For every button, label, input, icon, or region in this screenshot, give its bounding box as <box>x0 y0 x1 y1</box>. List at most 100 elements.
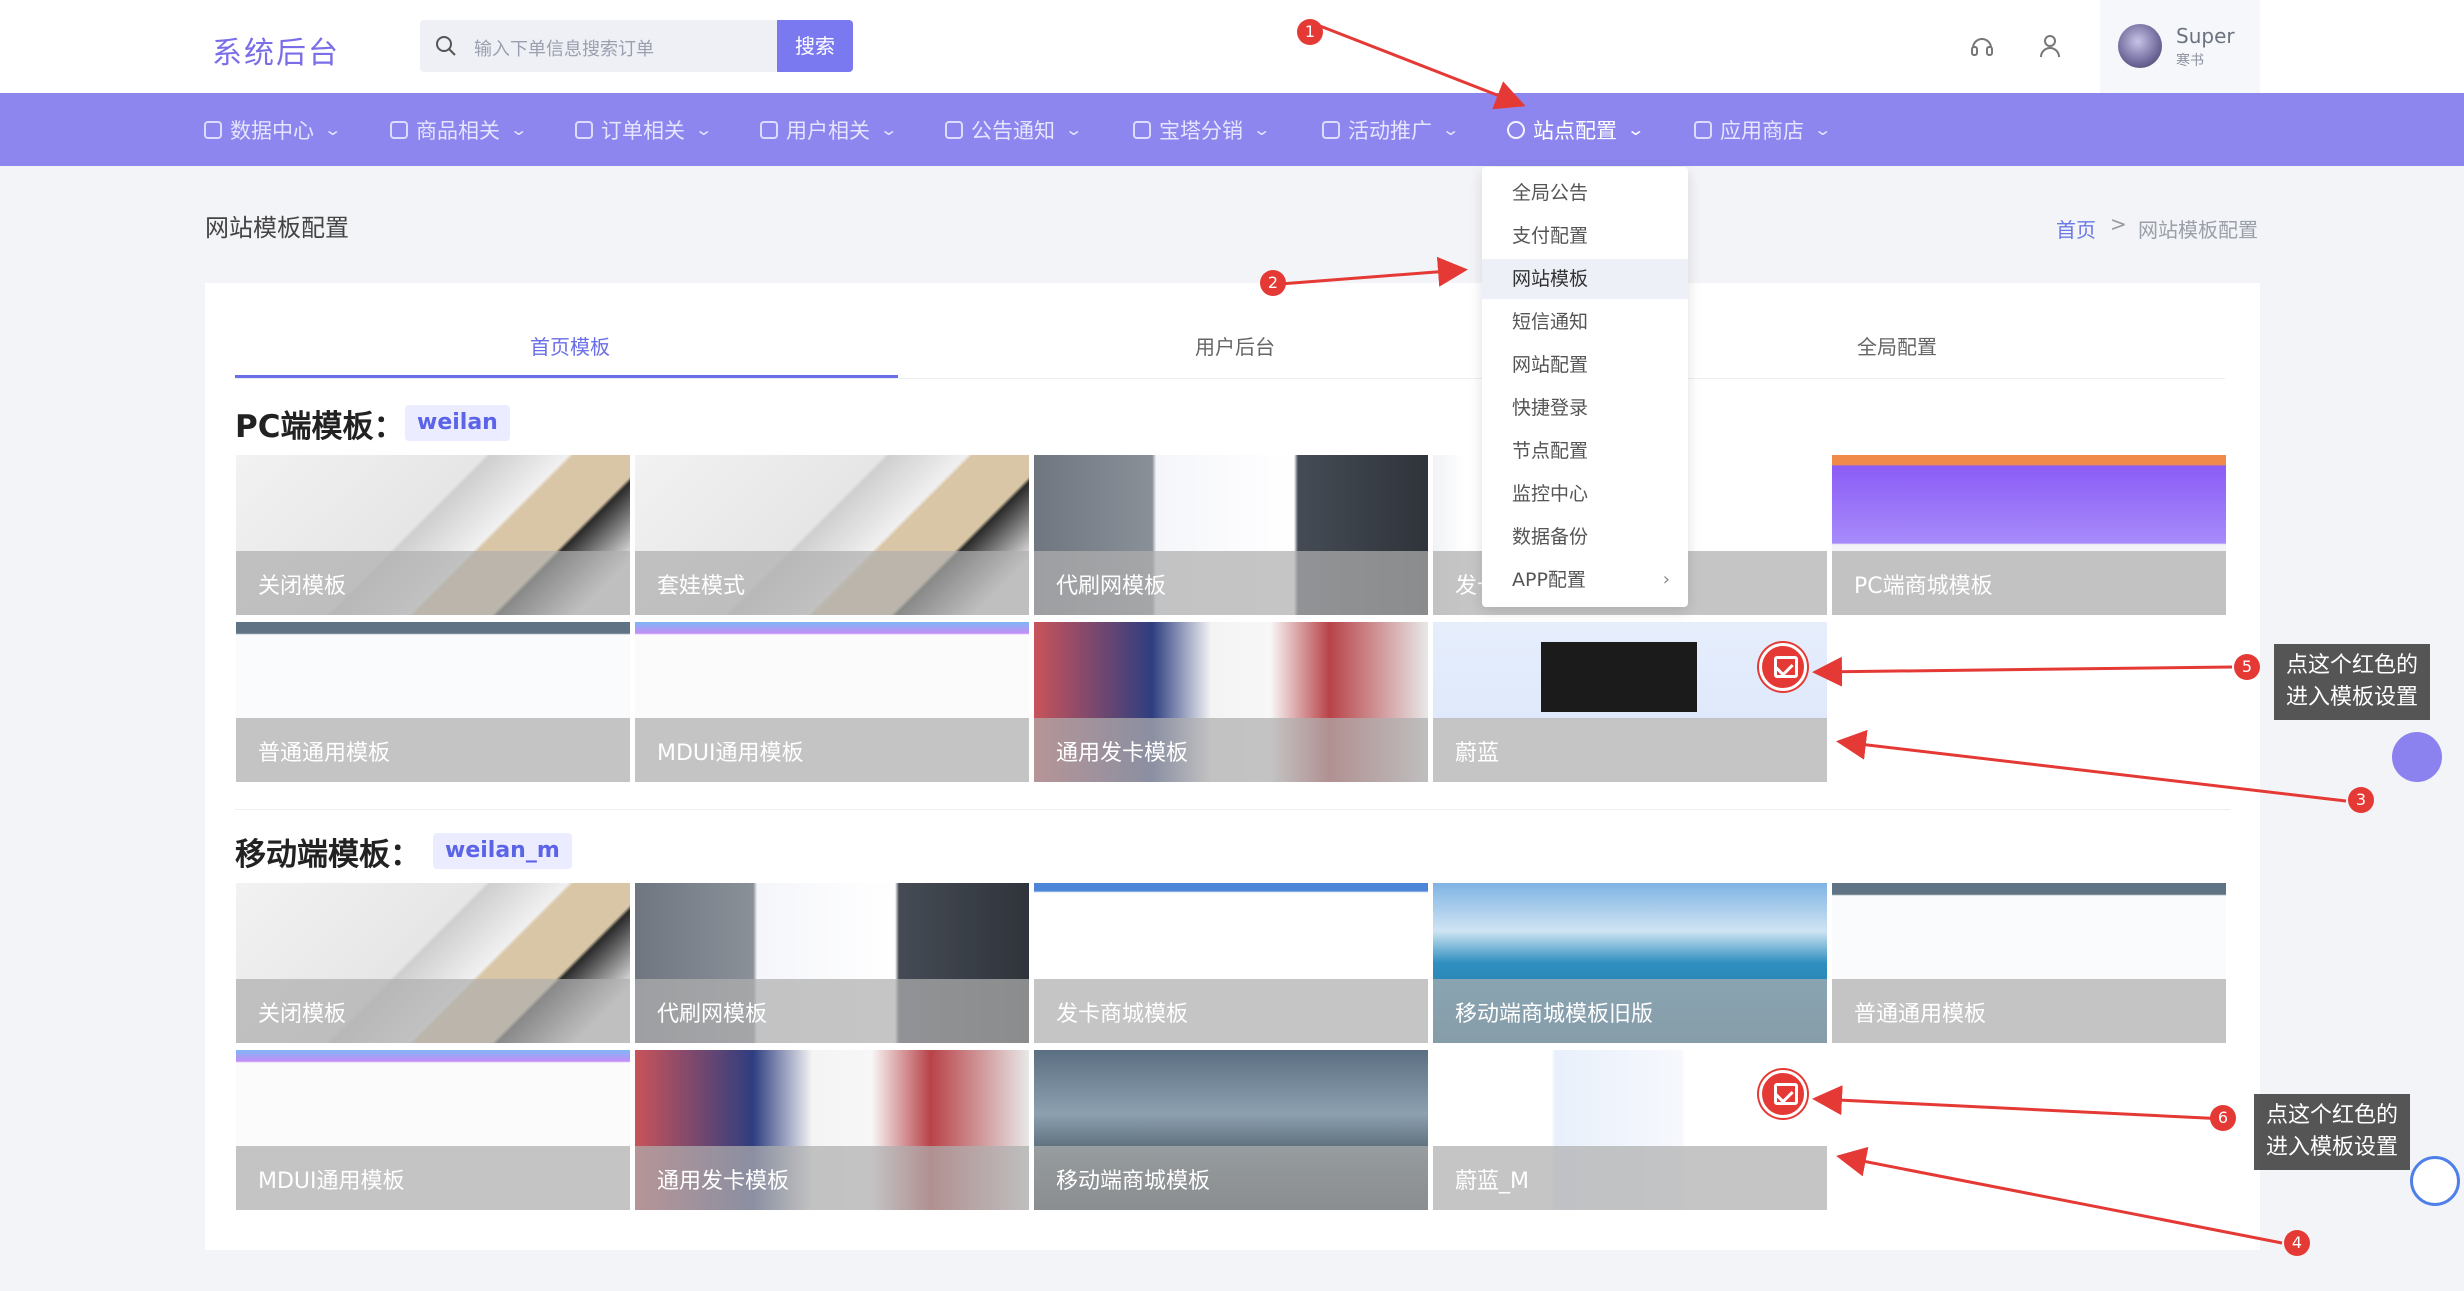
floating-store-button[interactable] <box>2392 732 2442 782</box>
template-card[interactable]: PC端商城模板 <box>1832 455 2226 615</box>
tab-global-config[interactable]: 全局配置 <box>1857 331 1937 360</box>
nav-item-promotion[interactable]: 活动推广 ⌄ <box>1322 93 1461 166</box>
template-label: 蔚蓝_M <box>1455 1169 1529 1194</box>
user-menu[interactable]: Super 寒书 <box>2100 0 2260 93</box>
tab-user-backend[interactable]: 用户后台 <box>1195 331 1275 360</box>
nav-label: 宝塔分销 <box>1159 118 1243 143</box>
headset-icon[interactable] <box>1968 32 1996 60</box>
dropdown-item-label: APP配置 <box>1512 569 1586 591</box>
template-card[interactable]: MDUI通用模板 <box>236 1050 630 1210</box>
tab-home-template[interactable]: 首页模板 <box>530 331 610 360</box>
chevron-right-icon: › <box>1662 569 1670 590</box>
annotation-badge-5: 5 <box>2234 654 2260 680</box>
template-card[interactable]: 关闭模板 <box>236 455 630 615</box>
nav-item-site-config[interactable]: 站点配置 ⌄ <box>1507 93 1645 166</box>
nav-item-data-center[interactable]: 数据中心 ⌄ <box>204 93 342 166</box>
template-label: MDUI通用模板 <box>258 1169 405 1194</box>
mobile-section-title: 移动端模板： <box>235 837 421 873</box>
nav-item-users[interactable]: 用户相关 ⌄ <box>760 93 899 166</box>
nav-item-orders[interactable]: 订单相关 ⌄ <box>575 93 713 166</box>
template-card[interactable]: 移动端商城模板旧版 <box>1433 883 1827 1043</box>
user-subtitle: 寒书 <box>2176 53 2204 69</box>
page-title: 网站模板配置 <box>205 214 349 242</box>
nav-label: 公告通知 <box>971 118 1055 143</box>
cube-icon <box>1694 120 1712 139</box>
template-card[interactable]: 发卡商城模板 <box>1034 883 1428 1043</box>
search-icon <box>436 36 456 56</box>
mobile-current-tag: weilan_m <box>433 833 572 869</box>
template-card[interactable]: 移动端商城模板 <box>1034 1050 1428 1210</box>
chevron-down-icon: ⌄ <box>1064 120 1084 139</box>
dropdown-item-site-template[interactable]: 网站模板 <box>1482 259 1688 299</box>
chevron-down-icon: ⌄ <box>879 120 899 139</box>
annotation-badge-1: 1 <box>1297 19 1323 45</box>
template-card[interactable]: 普通通用模板 <box>1832 883 2226 1043</box>
template-card[interactable]: 代刷网模板 <box>1034 455 1428 615</box>
dashboard-icon <box>204 120 222 139</box>
dropdown-item-app-config[interactable]: APP配置 › <box>1482 560 1688 600</box>
bus-icon <box>945 120 963 139</box>
search-button[interactable]: 搜索 <box>777 20 853 72</box>
dropdown-item-backup[interactable]: 数据备份 <box>1482 517 1688 557</box>
user-icon[interactable] <box>2036 32 2064 60</box>
site-config-dropdown: 全局公告 支付配置 网站模板 短信通知 网站配置 快捷登录 节点配置 监控中心 … <box>1482 167 1688 607</box>
dropdown-item-sms[interactable]: 短信通知 <box>1482 302 1688 342</box>
order-icon <box>575 120 593 139</box>
template-card[interactable]: 通用发卡模板 <box>635 1050 1029 1210</box>
template-settings-check-icon[interactable] <box>1759 1070 1807 1118</box>
template-card[interactable]: 普通通用模板 <box>236 622 630 782</box>
nav-label: 活动推广 <box>1348 118 1432 143</box>
logo[interactable]: 系统后台 <box>212 28 340 72</box>
user-name: Super <box>2176 24 2235 48</box>
template-label: 套娃模式 <box>657 574 746 599</box>
chevron-down-icon: ⌄ <box>1813 120 1833 139</box>
template-card[interactable]: 代刷网模板 <box>635 883 1029 1043</box>
annotation-tip-5: 点这个红色的 进入模板设置 <box>2274 644 2431 720</box>
chevron-down-icon: ⌄ <box>1441 120 1461 139</box>
template-card[interactable]: MDUI通用模板 <box>635 622 1029 782</box>
grid-icon <box>390 120 408 139</box>
dropdown-item-quick-login[interactable]: 快捷登录 <box>1482 388 1688 428</box>
nav-label: 订单相关 <box>601 118 685 143</box>
annotation-badge-6: 6 <box>2210 1105 2236 1131</box>
template-settings-check-icon[interactable] <box>1759 643 1807 691</box>
nav-label: 站点配置 <box>1533 118 1617 143</box>
template-label: MDUI通用模板 <box>657 741 804 766</box>
nav-item-distribution[interactable]: 宝塔分销 ⌄ <box>1133 93 1271 166</box>
pc-section-title: PC端模板： <box>235 409 405 445</box>
nav-item-notices[interactable]: 公告通知 ⌄ <box>945 93 1084 166</box>
annotation-tip-6: 点这个红色的 进入模板设置 <box>2254 1094 2411 1170</box>
nav-label: 用户相关 <box>786 118 870 143</box>
dropdown-item-global-notice[interactable]: 全局公告 <box>1482 173 1688 213</box>
dropdown-item-payment[interactable]: 支付配置 <box>1482 216 1688 256</box>
dropdown-item-site-settings[interactable]: 网站配置 <box>1482 345 1688 385</box>
gift-icon <box>1322 120 1340 139</box>
template-card[interactable]: 通用发卡模板 <box>1034 622 1428 782</box>
template-label: 蔚蓝 <box>1455 741 1500 766</box>
template-label: 关闭模板 <box>258 574 347 599</box>
main-nav: 数据中心 ⌄ 商品相关 ⌄ 订单相关 ⌄ 用户相关 ⌄ 公告通知 ⌄ 宝塔分销 ⌄ 活动推广… <box>0 93 2464 166</box>
nav-label: 商品相关 <box>416 118 500 143</box>
annotation-badge-2: 2 <box>1260 270 1286 296</box>
template-card[interactable]: 蔚蓝 <box>1433 622 1827 782</box>
floating-ai-button[interactable] <box>2410 1156 2460 1206</box>
annotation-badge-3: 3 <box>2348 787 2374 813</box>
template-label: 移动端商城模板 <box>1056 1169 1211 1194</box>
template-label: PC端商城模板 <box>1854 574 1993 599</box>
search-input[interactable]: 输入下单信息搜索订单 <box>420 20 778 72</box>
dropdown-item-monitor[interactable]: 监控中心 <box>1482 474 1688 514</box>
nav-item-app-store[interactable]: 应用商店 ⌄ <box>1694 93 1833 166</box>
template-label: 代刷网模板 <box>657 1002 768 1027</box>
template-label: 普通通用模板 <box>1854 1002 1987 1027</box>
template-card[interactable]: 关闭模板 <box>236 883 630 1043</box>
dropdown-item-node[interactable]: 节点配置 <box>1482 431 1688 471</box>
user-icon <box>760 120 778 139</box>
nav-item-products[interactable]: 商品相关 ⌄ <box>390 93 528 166</box>
pc-current-tag: weilan <box>405 405 510 441</box>
breadcrumb-home[interactable]: 首页 <box>2056 214 2096 243</box>
template-label: 普通通用模板 <box>258 741 391 766</box>
template-label: 关闭模板 <box>258 1002 347 1027</box>
tab-active-indicator <box>235 375 898 378</box>
template-label: 通用发卡模板 <box>657 1169 790 1194</box>
template-card[interactable]: 套娃模式 <box>635 455 1029 615</box>
